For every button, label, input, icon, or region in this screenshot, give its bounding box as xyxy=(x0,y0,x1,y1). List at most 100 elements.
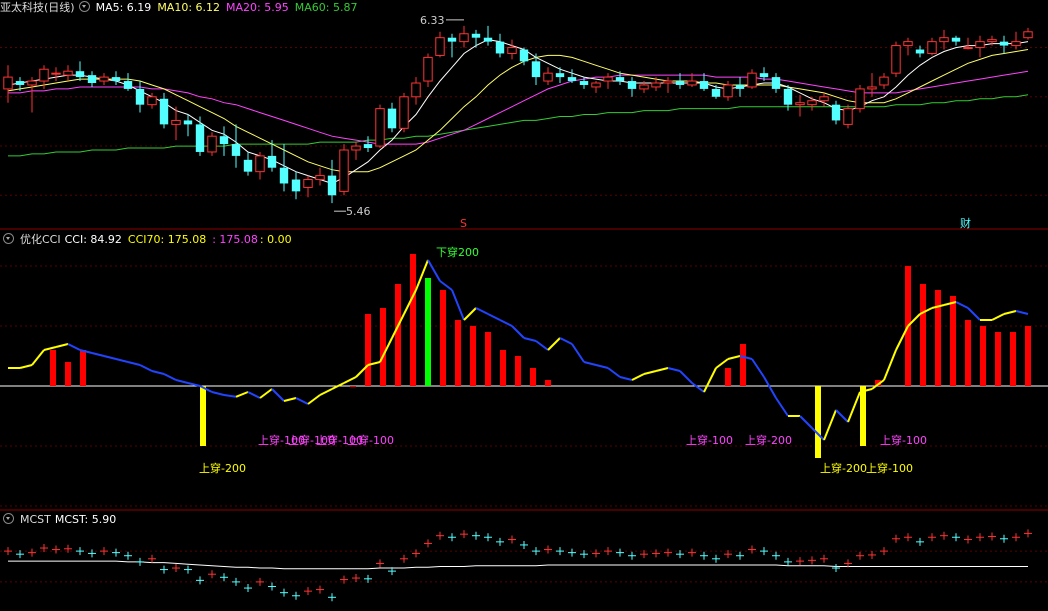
candle-up[interactable] xyxy=(807,100,817,106)
candle-up[interactable] xyxy=(303,179,313,188)
candle-up[interactable] xyxy=(255,155,265,173)
candle-up[interactable] xyxy=(411,82,421,98)
candle-down[interactable] xyxy=(531,61,541,78)
candle-down[interactable] xyxy=(711,88,721,97)
candle-down[interactable] xyxy=(123,81,133,89)
candle-up[interactable] xyxy=(3,76,13,90)
candle-down[interactable] xyxy=(15,81,25,85)
cci-bar[interactable] xyxy=(80,350,86,386)
candle-down[interactable] xyxy=(195,124,205,152)
candle-down[interactable] xyxy=(783,88,793,105)
cci-bar[interactable] xyxy=(50,350,56,386)
candle-down[interactable] xyxy=(615,77,625,82)
cci-bar[interactable] xyxy=(470,326,476,386)
candle-up[interactable] xyxy=(1023,31,1033,39)
cci-bar[interactable] xyxy=(545,380,551,386)
candle-up[interactable] xyxy=(987,39,997,43)
candle-up[interactable] xyxy=(639,84,649,90)
cci-bar[interactable] xyxy=(395,284,401,386)
cci-bar[interactable] xyxy=(860,386,866,446)
candle-down[interactable] xyxy=(243,159,253,172)
cci-bar[interactable] xyxy=(980,326,986,386)
candle-up[interactable] xyxy=(147,96,157,106)
cci-bar[interactable] xyxy=(65,362,71,386)
candle-down[interactable] xyxy=(951,37,961,42)
cci-bar[interactable] xyxy=(965,320,971,386)
candle-down[interactable] xyxy=(111,77,121,82)
cci-bar[interactable] xyxy=(725,368,731,386)
candle-down[interactable] xyxy=(327,175,337,196)
cci-bar[interactable] xyxy=(440,290,446,386)
finance-marker[interactable]: 财 xyxy=(960,216,971,230)
candle-up[interactable] xyxy=(663,80,673,84)
candle-up[interactable] xyxy=(687,80,697,86)
candle-up[interactable] xyxy=(51,72,61,75)
candle-down[interactable] xyxy=(495,41,505,54)
circle-down-icon[interactable] xyxy=(3,513,14,524)
candle-down[interactable] xyxy=(831,104,841,121)
candle-up[interactable] xyxy=(1011,41,1021,47)
candle-up[interactable] xyxy=(819,96,829,102)
candle-down[interactable] xyxy=(699,81,709,89)
candle-down[interactable] xyxy=(279,167,289,184)
cci-bar[interactable] xyxy=(500,350,506,386)
candle-up[interactable] xyxy=(651,82,661,88)
candle-up[interactable] xyxy=(459,33,469,43)
cci-bar[interactable] xyxy=(380,308,386,386)
candle-up[interactable] xyxy=(795,102,805,106)
cci-bar[interactable] xyxy=(920,284,926,386)
candle-up[interactable] xyxy=(843,108,853,125)
candle-up[interactable] xyxy=(939,37,949,43)
cci-bar[interactable] xyxy=(200,386,206,446)
cci-bar[interactable] xyxy=(1025,326,1031,386)
candle-down[interactable] xyxy=(555,73,565,78)
candle-down[interactable] xyxy=(363,144,373,149)
mcst-indicator-name[interactable]: MCST xyxy=(20,513,51,526)
candle-down[interactable] xyxy=(627,81,637,89)
candle-up[interactable] xyxy=(591,82,601,88)
candle-down[interactable] xyxy=(183,120,193,125)
candle-down[interactable] xyxy=(267,155,277,168)
candle-down[interactable] xyxy=(219,136,229,145)
cci-bar[interactable] xyxy=(410,254,416,386)
candle-down[interactable] xyxy=(291,179,301,192)
cci-bar[interactable] xyxy=(815,386,821,458)
cci-indicator-name[interactable]: 优化CCI xyxy=(20,233,61,246)
candle-up[interactable] xyxy=(723,84,733,98)
cci-bar[interactable] xyxy=(530,368,536,386)
cci-bar[interactable] xyxy=(515,356,521,386)
candle-down[interactable] xyxy=(387,108,397,129)
cci-bar[interactable] xyxy=(950,296,956,386)
candle-up[interactable] xyxy=(351,145,361,151)
candle-down[interactable] xyxy=(483,37,493,42)
candle-up[interactable] xyxy=(975,41,985,49)
signal-s-marker[interactable]: S xyxy=(460,217,467,230)
candle-down[interactable] xyxy=(915,49,925,54)
candle-up[interactable] xyxy=(99,76,109,82)
cci-bar[interactable] xyxy=(740,344,746,386)
cci-bar[interactable] xyxy=(995,332,1001,386)
candle-down[interactable] xyxy=(999,41,1009,46)
circle-down-icon[interactable] xyxy=(78,1,90,12)
candle-down[interactable] xyxy=(135,88,145,105)
candle-up[interactable] xyxy=(543,72,553,82)
circle-down-icon[interactable] xyxy=(3,233,14,244)
candle-down[interactable] xyxy=(159,98,169,125)
candle-down[interactable] xyxy=(75,71,85,78)
chart-canvas[interactable]: 6.335.46S 财下穿200上穿-200上穿-100上穿-100上穿-100上… xyxy=(0,0,1048,611)
candle-up[interactable] xyxy=(903,41,913,47)
candle-up[interactable] xyxy=(315,175,325,181)
candle-up[interactable] xyxy=(855,88,865,110)
candle-up[interactable] xyxy=(207,135,217,153)
candle-up[interactable] xyxy=(879,76,889,86)
candle-up[interactable] xyxy=(423,56,433,82)
candle-up[interactable] xyxy=(375,108,385,147)
cci-bar[interactable] xyxy=(485,332,491,386)
stock-name[interactable]: 亚太科技(日线) xyxy=(0,1,75,14)
candle-up[interactable] xyxy=(963,47,973,50)
candle-down[interactable] xyxy=(519,49,529,62)
cci-bar[interactable] xyxy=(350,386,356,387)
candle-up[interactable] xyxy=(747,72,757,88)
candle-up[interactable] xyxy=(507,47,517,54)
candle-down[interactable] xyxy=(675,81,685,85)
